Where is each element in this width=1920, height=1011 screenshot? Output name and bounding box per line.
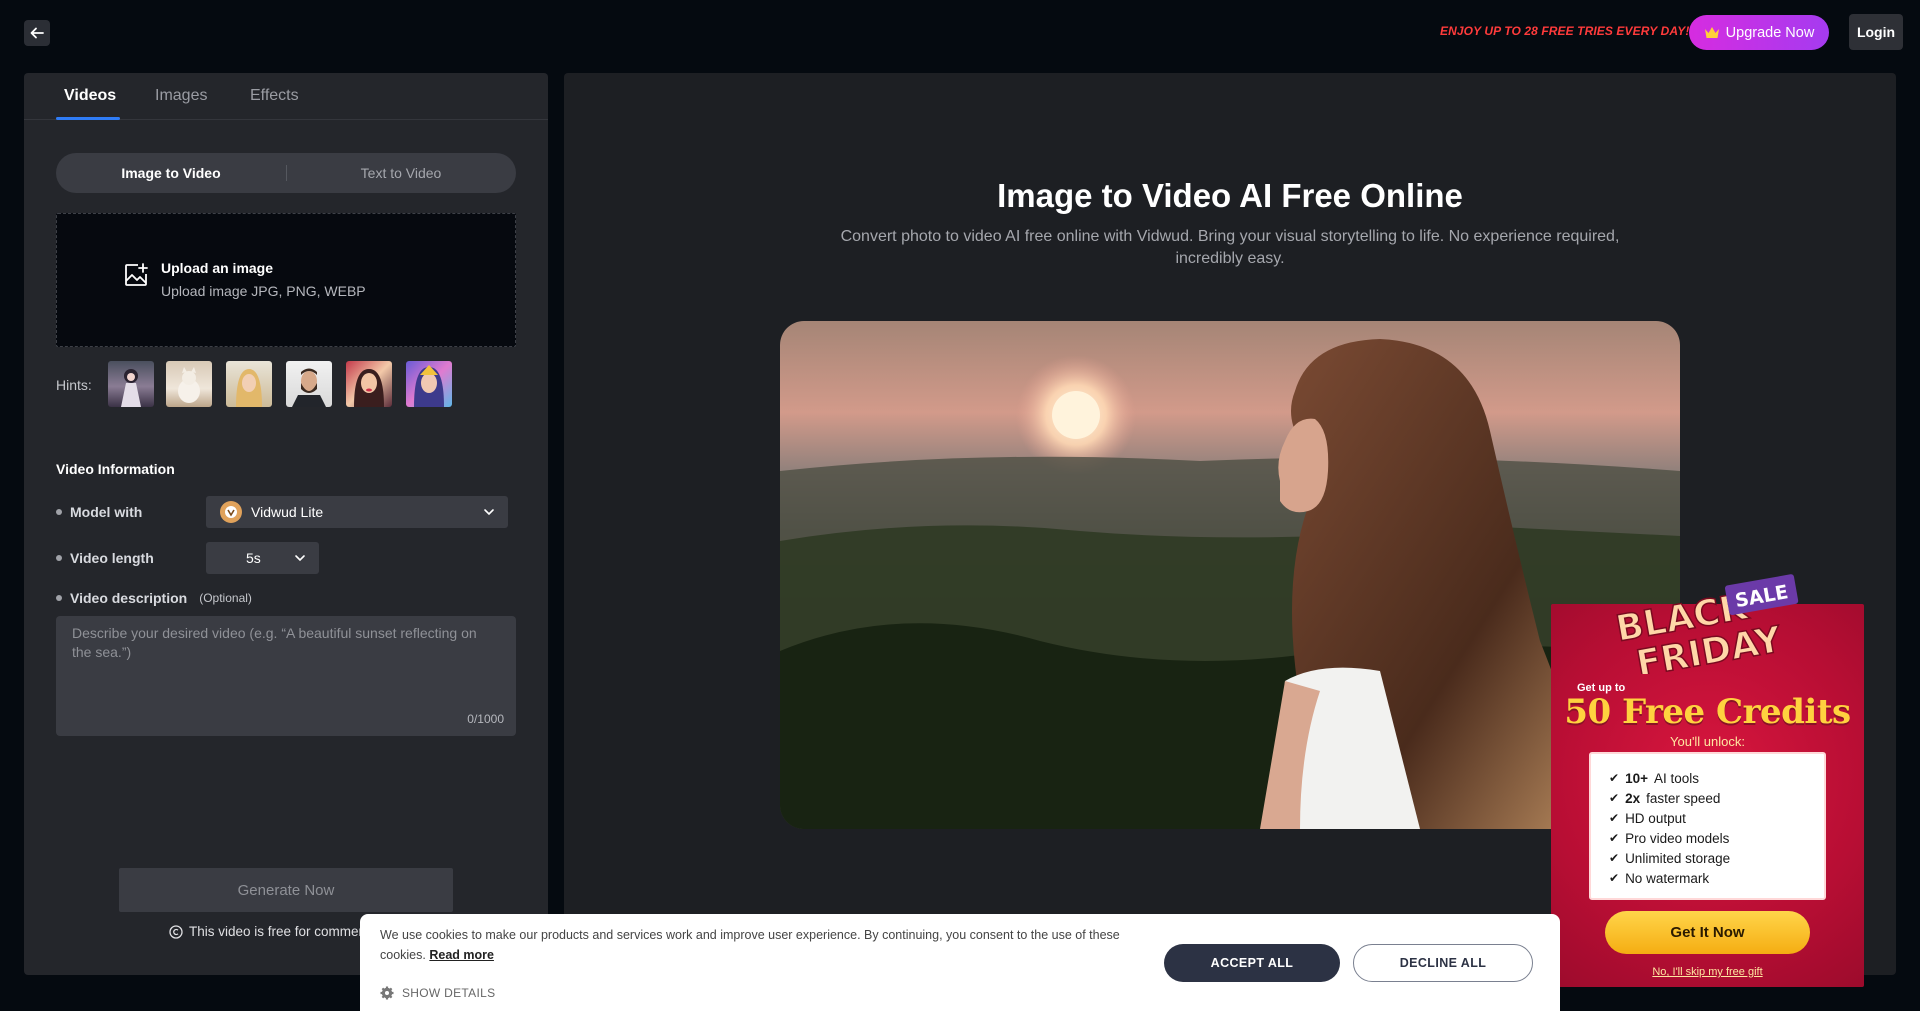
tab-effects[interactable]: Effects [250,87,299,105]
check-icon: ✔ [1609,851,1620,865]
sample-video-preview[interactable] [780,321,1680,829]
back-button[interactable] [24,20,50,46]
category-tabs: Videos Images Effects [24,73,548,120]
check-icon: ✔ [1609,791,1620,805]
model-value: Vidwud Lite [251,504,324,520]
hint-thumbnail[interactable] [286,361,332,407]
chevron-down-icon [484,509,494,516]
hint-thumbnail[interactable] [226,361,272,407]
image-upload-area[interactable]: Upload an image Upload image JPG, PNG, W… [56,213,516,347]
login-button[interactable]: Login [1849,14,1903,50]
length-field-label: Video length [56,550,154,566]
video-description-input[interactable] [56,616,516,736]
check-icon: ✔ [1609,771,1620,785]
show-details-toggle[interactable]: SHOW DETAILS [380,986,495,1000]
blonde-woman-thumbnail [236,369,262,407]
hints-label: Hints: [56,377,92,393]
chevron-down-icon [295,555,305,562]
benefits-list: ✔ 10+ AI tools ✔ 2x faster speed ✔ HD output … [1589,752,1826,900]
fantasy-girl-thumbnail [414,365,444,407]
mode-switch: Image to Video Text to Video [56,153,516,193]
length-label: Video length [70,550,154,566]
get-it-now-button[interactable]: Get It Now [1605,911,1810,954]
crown-icon [1704,26,1719,38]
benefit-item: ✔ Unlimited storage [1609,850,1731,866]
check-icon: ✔ [1609,871,1620,885]
cookie-banner: We use cookies to make our products and … [360,914,1560,1011]
cookie-message: We use cookies to make our products and … [380,925,1150,965]
bullet [56,555,62,561]
model-label: Model with [70,504,143,520]
hint-thumbnail[interactable] [108,361,154,407]
free-credits-headline: 50 Free Credits [1564,692,1851,732]
optional-tag: (Optional) [199,591,252,605]
benefit-item: ✔ Pro video models [1609,830,1730,846]
top-bar: ENJOY UP TO 28 FREE TRIES EVERY DAY! Upg… [0,0,1920,64]
accept-all-button[interactable]: ACCEPT ALL [1164,944,1340,982]
description-label: Video description [70,590,188,606]
description-box: 0/1000 [56,616,516,736]
bullet [56,509,62,515]
tab-images[interactable]: Images [155,87,207,105]
hint-thumbnail[interactable] [346,361,392,407]
cat-thumbnail [178,367,200,403]
image-add-icon [125,263,148,286]
upload-title: Upload an image [161,260,274,276]
hint-thumbnail[interactable] [166,361,212,407]
benefit-item: ✔ HD output [1609,810,1686,826]
model-field-label: Model with [56,504,142,520]
check-icon: ✔ [1609,831,1620,845]
video-info-title: Video Information [56,461,175,477]
benefit-item: ✔ 2x faster speed [1609,790,1721,806]
generator-panel: Videos Images Effects Image to Video Tex… [24,73,548,975]
show-details-label: SHOW DETAILS [402,986,496,1000]
tab-videos[interactable]: Videos [64,87,116,105]
gear-icon [380,986,394,1000]
arrow-left-icon [30,27,44,39]
black-friday-popup: BLACK FRIDAY SALE Get up to 50 Free Cred… [1551,574,1864,987]
commercial-note-text: This video is free for commerc [189,924,370,939]
char-counter: 0/1000 [467,712,504,726]
bearded-man-thumbnail [292,368,326,407]
commercial-use-note: This video is free for commerc [169,924,370,939]
page-title: Image to Video AI Free Online [997,177,1463,214]
unlock-label: You'll unlock: [1670,734,1745,749]
description-field-label: Video description (Optional) [56,590,252,606]
benefit-item: ✔ 10+ AI tools [1609,770,1699,786]
page-subtitle: Convert photo to video AI free online wi… [840,228,1620,267]
woman-sunset-image [780,321,1680,829]
upgrade-label: Upgrade Now [1725,24,1815,41]
model-select[interactable]: Vidwud Lite [206,496,508,528]
skip-gift-link[interactable]: No, I'll skip my free gift [1551,966,1864,978]
decline-all-button[interactable]: DECLINE ALL [1353,944,1533,982]
free-tries-promo: ENJOY UP TO 28 FREE TRIES EVERY DAY! [1440,24,1690,38]
generate-button[interactable]: Generate Now [119,868,453,912]
active-tab-indicator [56,117,120,120]
mode-image-to-video[interactable]: Image to Video [56,153,286,193]
bullet [56,595,62,601]
upgrade-button[interactable]: Upgrade Now [1689,15,1829,50]
length-value: 5s [246,550,261,566]
length-select[interactable]: 5s [206,542,319,574]
comic-woman-thumbnail [354,369,384,407]
check-icon: ✔ [1609,811,1620,825]
mode-text-to-video[interactable]: Text to Video [286,153,516,193]
vidwud-logo-icon [220,501,242,523]
upload-subtitle: Upload image JPG, PNG, WEBP [161,283,366,299]
benefit-item: ✔ No watermark [1609,870,1710,886]
anime-girl-thumbnail [121,369,141,407]
read-more-link[interactable]: Read more [429,948,494,962]
copyright-icon [169,924,183,939]
hint-thumbnail[interactable] [406,361,452,407]
black-friday-logo: BLACK FRIDAY SALE [1612,574,1799,674]
